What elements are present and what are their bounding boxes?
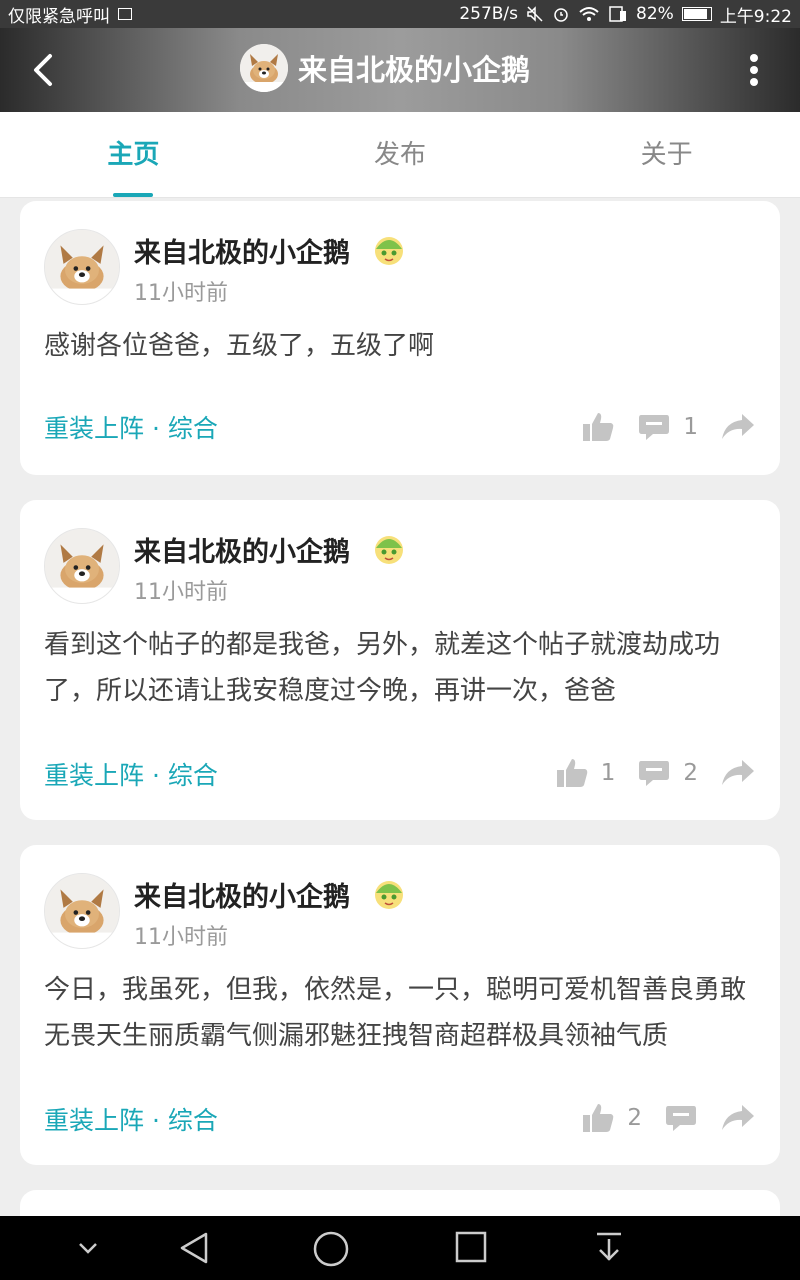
battery-icon — [681, 7, 712, 21]
like-count: 2 — [627, 1105, 642, 1131]
post-card[interactable]: 来自北极的小企鹅 11小时前 今日，我虽死，但我，依然是，一只，聪明可爱机智善良… — [20, 845, 780, 1165]
avatar[interactable] — [240, 44, 288, 92]
mute-icon — [527, 6, 543, 22]
wifi-icon — [579, 7, 599, 21]
more-options-button[interactable] — [744, 50, 764, 90]
like-count: 1 — [600, 760, 616, 786]
chevron-down-icon[interactable] — [76, 1238, 100, 1258]
comment-button[interactable]: 1 — [637, 411, 698, 443]
share-button[interactable] — [720, 1103, 756, 1133]
post-category[interactable]: 重装上阵 · 综合 — [44, 756, 218, 792]
share-icon — [722, 1105, 754, 1130]
like-button[interactable] — [581, 411, 615, 443]
post-category[interactable]: 重装上阵 · 综合 — [44, 1101, 218, 1137]
comment-icon — [639, 415, 670, 440]
author-name[interactable]: 来自北极的小企鹅 — [134, 530, 350, 569]
thumbs-up-icon — [556, 759, 587, 787]
post-content[interactable]: 感谢各位爸爸，五级了，五级了啊 — [44, 323, 756, 369]
avatar[interactable] — [44, 229, 120, 305]
notification-pull-down-icon[interactable] — [594, 1230, 624, 1264]
nav-back-icon[interactable] — [176, 1230, 212, 1266]
comment-icon — [666, 1106, 696, 1131]
post-card[interactable]: 来自北极的小企鹅 11小时前 看到这个帖子的都是我爸，另外，就差这个帖子就渡劫成… — [20, 500, 780, 820]
author-name[interactable]: 来自北极的小企鹅 — [134, 231, 350, 270]
comment-count: 1 — [683, 414, 698, 440]
avatar[interactable] — [44, 873, 120, 949]
author-name[interactable]: 来自北极的小企鹅 — [134, 875, 350, 914]
share-icon — [722, 414, 754, 439]
battery-percent: 82% — [636, 4, 674, 24]
like-button[interactable]: 1 — [555, 757, 616, 789]
level-badge-icon — [375, 237, 403, 265]
header-title-group: 来自北极的小企鹅 — [240, 44, 530, 92]
nav-home-icon[interactable] — [312, 1230, 350, 1268]
post-time: 11小时前 — [134, 925, 228, 950]
share-icon — [722, 760, 754, 785]
level-badge-icon — [375, 881, 403, 909]
tab-posts[interactable]: 发布 — [267, 112, 534, 197]
post-feed[interactable]: 来自北极的小企鹅 11小时前 感谢各位爸爸，五级了，五级了啊 重装上阵 · 综合… — [0, 198, 800, 1216]
more-vertical-icon — [750, 54, 758, 86]
post-card[interactable]: 来自北极的小企鹅 11小时前 感谢各位爸爸，五级了，五级了啊 重装上阵 · 综合… — [20, 201, 780, 475]
share-button[interactable] — [720, 758, 756, 788]
profile-tabs: 主页 发布 关于 — [0, 112, 800, 198]
comment-button[interactable] — [664, 1102, 698, 1134]
network-speed: 257B/s — [459, 4, 519, 24]
post-time: 11小时前 — [134, 580, 228, 605]
image-notification-icon — [118, 8, 132, 20]
avatar[interactable] — [44, 528, 120, 604]
like-button[interactable]: 2 — [581, 1102, 642, 1134]
comment-count: 2 — [683, 760, 698, 786]
page-title: 来自北极的小企鹅 — [298, 53, 531, 87]
clock: 上午9:22 — [719, 6, 792, 27]
post-actions: 1 2 — [555, 757, 756, 789]
post-actions: 1 — [581, 411, 756, 443]
thumbs-up-icon — [583, 413, 614, 441]
chevron-left-icon — [34, 54, 52, 86]
post-content[interactable]: 今日，我虽死，但我，依然是，一只，聪明可爱机智善良勇敢无畏天生丽质霸气侧漏邪魅狂… — [44, 967, 756, 1059]
post-category[interactable]: 重装上阵 · 综合 — [44, 409, 218, 445]
thumbs-up-icon — [583, 1104, 614, 1132]
post-content[interactable]: 看到这个帖子的都是我爸，另外，就差这个帖子就渡劫成功了，所以还请让我安稳度过今晚… — [44, 622, 756, 714]
back-button[interactable] — [22, 48, 66, 92]
status-bar: 仅限紧急呼叫 257B/s 82% 上午9:22 — [0, 0, 800, 28]
app-header: 来自北极的小企鹅 — [0, 28, 800, 112]
sim-icon — [609, 6, 627, 22]
share-button[interactable] — [720, 412, 756, 442]
post-time: 11小时前 — [134, 281, 228, 306]
post-card[interactable] — [20, 1190, 780, 1216]
tab-about[interactable]: 关于 — [533, 112, 800, 197]
tab-home[interactable]: 主页 — [0, 112, 267, 197]
level-badge-icon — [375, 536, 403, 564]
nav-recents-icon[interactable] — [454, 1230, 488, 1264]
post-actions: 2 — [581, 1102, 756, 1134]
carrier-text: 仅限紧急呼叫 — [8, 6, 110, 27]
system-nav-bar — [0, 1216, 800, 1280]
comment-button[interactable]: 2 — [637, 757, 698, 789]
alarm-icon — [554, 8, 568, 22]
comment-icon — [639, 761, 670, 786]
